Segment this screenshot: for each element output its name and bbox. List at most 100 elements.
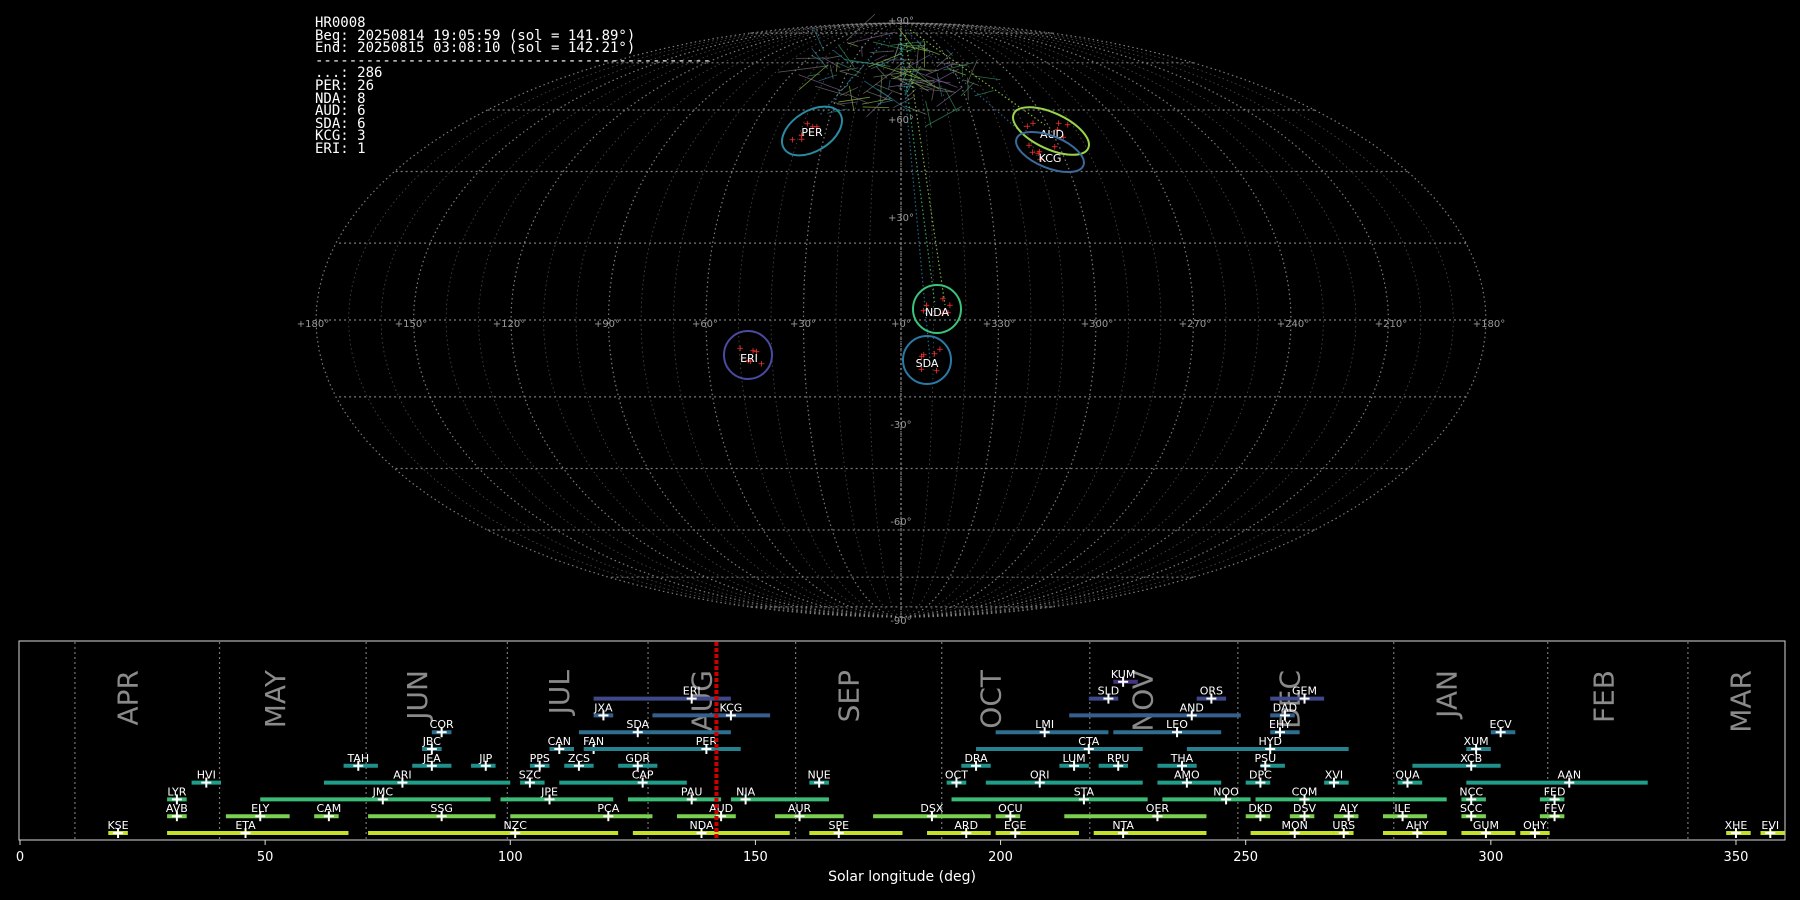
- shower-code-label: NIA: [736, 785, 755, 798]
- meteor-track: [900, 54, 931, 72]
- shower-code-label: ORI: [1030, 769, 1050, 782]
- shower-code-label: DKD: [1248, 802, 1272, 815]
- latitude-label: +30°: [888, 213, 914, 224]
- longitude-tick-label: +180°: [297, 319, 329, 330]
- meteor-track: [840, 70, 859, 77]
- x-tick-label: 50: [257, 850, 274, 865]
- shower-code-label: KUM: [1111, 668, 1135, 681]
- shower-code-label: AAN: [1557, 769, 1581, 782]
- meteor-track: [946, 49, 953, 57]
- x-tick-label: 250: [1233, 850, 1258, 865]
- latitude-label: -90°: [890, 616, 911, 627]
- shower-code-label: XVI: [1325, 769, 1343, 782]
- shower-code-label: AHY: [1406, 819, 1429, 832]
- shower-code-label: ALY: [1339, 802, 1358, 815]
- shower-code-label: CTA: [1078, 735, 1100, 748]
- shower-code-label: GEM: [1292, 685, 1317, 698]
- meteor-track: [848, 31, 896, 44]
- longitude-tick-label: +30°: [790, 319, 816, 330]
- longitude-tick-label: +60°: [692, 319, 718, 330]
- x-tick-label: 100: [498, 850, 523, 865]
- month-label: SEP: [832, 670, 865, 722]
- meteor-track: [898, 85, 914, 88]
- shower-code-label: STA: [1074, 785, 1095, 798]
- shower-code-label: NCC: [1459, 785, 1483, 798]
- shower-code-label: JBC: [422, 735, 442, 748]
- shower-code-label: AVB: [166, 802, 188, 815]
- shower-code-label: QUA: [1395, 769, 1420, 782]
- x-tick-label: 350: [1724, 850, 1749, 865]
- meteor-track: [869, 50, 895, 53]
- shower-code-label: NDA: [689, 819, 714, 832]
- shower-code-label: SLD: [1098, 685, 1120, 698]
- shower-code-label: SCC: [1460, 802, 1483, 815]
- meteor-track: [936, 74, 943, 97]
- shower-code-label: EGE: [1004, 819, 1026, 832]
- month-label: MAY: [259, 669, 292, 728]
- radiant-label: NDA: [925, 306, 950, 319]
- meteor-tracks: [777, 13, 1046, 361]
- latitude-label: -60°: [890, 517, 911, 528]
- shower-code-label: ECV: [1490, 718, 1513, 731]
- shower-code-label: RPU: [1107, 752, 1129, 765]
- radiant-point: +: [1024, 122, 1032, 132]
- radiant-label: KCG: [1039, 152, 1062, 165]
- shower-code-label: NTA: [1112, 819, 1134, 832]
- longitude-tick-label: +270°: [1179, 319, 1211, 330]
- shower-code-label: PCA: [597, 802, 619, 815]
- meteor-track: [861, 98, 891, 105]
- radiant-label: SDA: [916, 357, 939, 370]
- shower-code-label: DAD: [1273, 701, 1297, 714]
- month-label: FEB: [1587, 670, 1620, 723]
- meridian: [802, 22, 902, 618]
- shower-code-label: MON: [1282, 819, 1308, 832]
- meteor-track: [866, 91, 893, 118]
- shower-activity-timeline: APR MAY JUN JUL AUG SEP OCT NOV DEC JAN FEB MAR KUM…: [16, 640, 1786, 885]
- meteor-track: [826, 55, 842, 59]
- month-label: JUL: [543, 670, 576, 717]
- meteor-track: [888, 79, 891, 90]
- meteor-track: [837, 101, 859, 105]
- shower-code-label: JMC: [372, 785, 394, 798]
- meteor-track: [924, 106, 963, 127]
- latitude-label: +60°: [888, 115, 914, 126]
- shower-code-label: PAU: [681, 785, 703, 798]
- x-tick-label: 0: [16, 850, 24, 865]
- month-label: MAR: [1725, 670, 1758, 733]
- x-tick-label: 300: [1478, 850, 1503, 865]
- shower-code-label: ERI: [683, 685, 701, 698]
- shower-code-label: JIP: [478, 752, 492, 765]
- meteor-track: [838, 96, 871, 103]
- x-tick-label: 200: [988, 850, 1013, 865]
- shower-code-label: HVI: [197, 769, 216, 782]
- longitude-tick-label: +0°: [891, 319, 911, 330]
- longitude-tick-label: +240°: [1277, 319, 1309, 330]
- shower-code-label: OCU: [998, 802, 1022, 815]
- radiant-point: +: [939, 295, 947, 305]
- shower-code-label: SZC: [519, 769, 542, 782]
- radiant-markers: ++++++PER + +++++AUD++++++ KCG+ +++++NDA++ ++…: [723, 105, 1090, 385]
- shower-code-label: LYR: [167, 785, 186, 798]
- meteor-track: [893, 59, 907, 71]
- shower-code-label: CAP: [632, 769, 654, 782]
- meteor-track: [818, 74, 838, 82]
- shower-code-label: PSU: [1254, 752, 1276, 765]
- shower-code-label: ELY: [251, 802, 270, 815]
- shower-code-label: LEO: [1166, 718, 1188, 731]
- shower-code-label: KCG: [719, 701, 742, 714]
- radiant-point: +: [1064, 120, 1072, 130]
- shower-code-label: XHE: [1725, 819, 1748, 832]
- radiant-sky-map: ++++++PER + +++++AUD++++++ KCG+ +++++NDA++ ++…: [297, 13, 1505, 627]
- meteor-track: [973, 75, 1001, 81]
- radiant-label: PER: [801, 126, 823, 139]
- shower-code-label: SSG: [430, 802, 453, 815]
- meteor-track: [808, 73, 821, 77]
- shower-code-label: ORS: [1200, 685, 1223, 698]
- shower-code-label: URS: [1332, 819, 1355, 832]
- shower-bars: KUM ERI SLD ORS GEM JXA KCG AND DAD COR SDA LMI LEO E…: [107, 668, 1785, 838]
- meteor-track: [846, 42, 859, 47]
- meteor-track: [798, 74, 842, 92]
- shower-code-label: JXA: [593, 701, 613, 714]
- month-label: JAN: [1431, 670, 1464, 720]
- shower-code-label: XCB: [1460, 752, 1482, 765]
